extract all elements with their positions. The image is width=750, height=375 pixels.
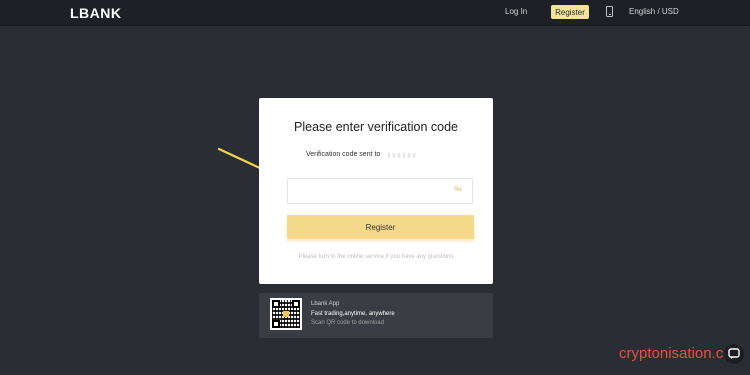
app-download-banner: Lbank App Fast trading,anytime, anywhere… (259, 293, 493, 338)
login-link[interactable]: Log In (505, 7, 527, 16)
masked-contact (388, 153, 416, 158)
register-nav-button[interactable]: Register (551, 5, 589, 19)
language-currency-selector[interactable]: English / USD (629, 7, 679, 16)
verification-card: Please enter verification code Verificat… (259, 98, 493, 284)
support-chat-button[interactable] (724, 344, 744, 364)
mobile-app-icon[interactable] (606, 6, 613, 17)
chat-bubble-icon (728, 348, 740, 359)
qr-code-icon (270, 298, 302, 330)
verification-code-input[interactable] (287, 178, 473, 204)
resend-code-link[interactable]: Re (454, 187, 462, 193)
page-title: Please enter verification code (294, 120, 458, 134)
top-navigation-bar: LBANK Log In Register English / USD (0, 0, 750, 26)
lbank-logo[interactable]: LBANK (70, 5, 122, 21)
verification-sent-label: Verification code sent to (306, 151, 381, 158)
app-tagline: Fast trading,anytime, anywhere (311, 311, 395, 317)
register-submit-button[interactable]: Register (287, 215, 474, 239)
app-name: Lbank App (311, 301, 340, 307)
app-scan-instruction: Scan QR code to download (311, 320, 385, 326)
online-service-help-text[interactable]: Please turn to the online service if you… (259, 254, 493, 260)
